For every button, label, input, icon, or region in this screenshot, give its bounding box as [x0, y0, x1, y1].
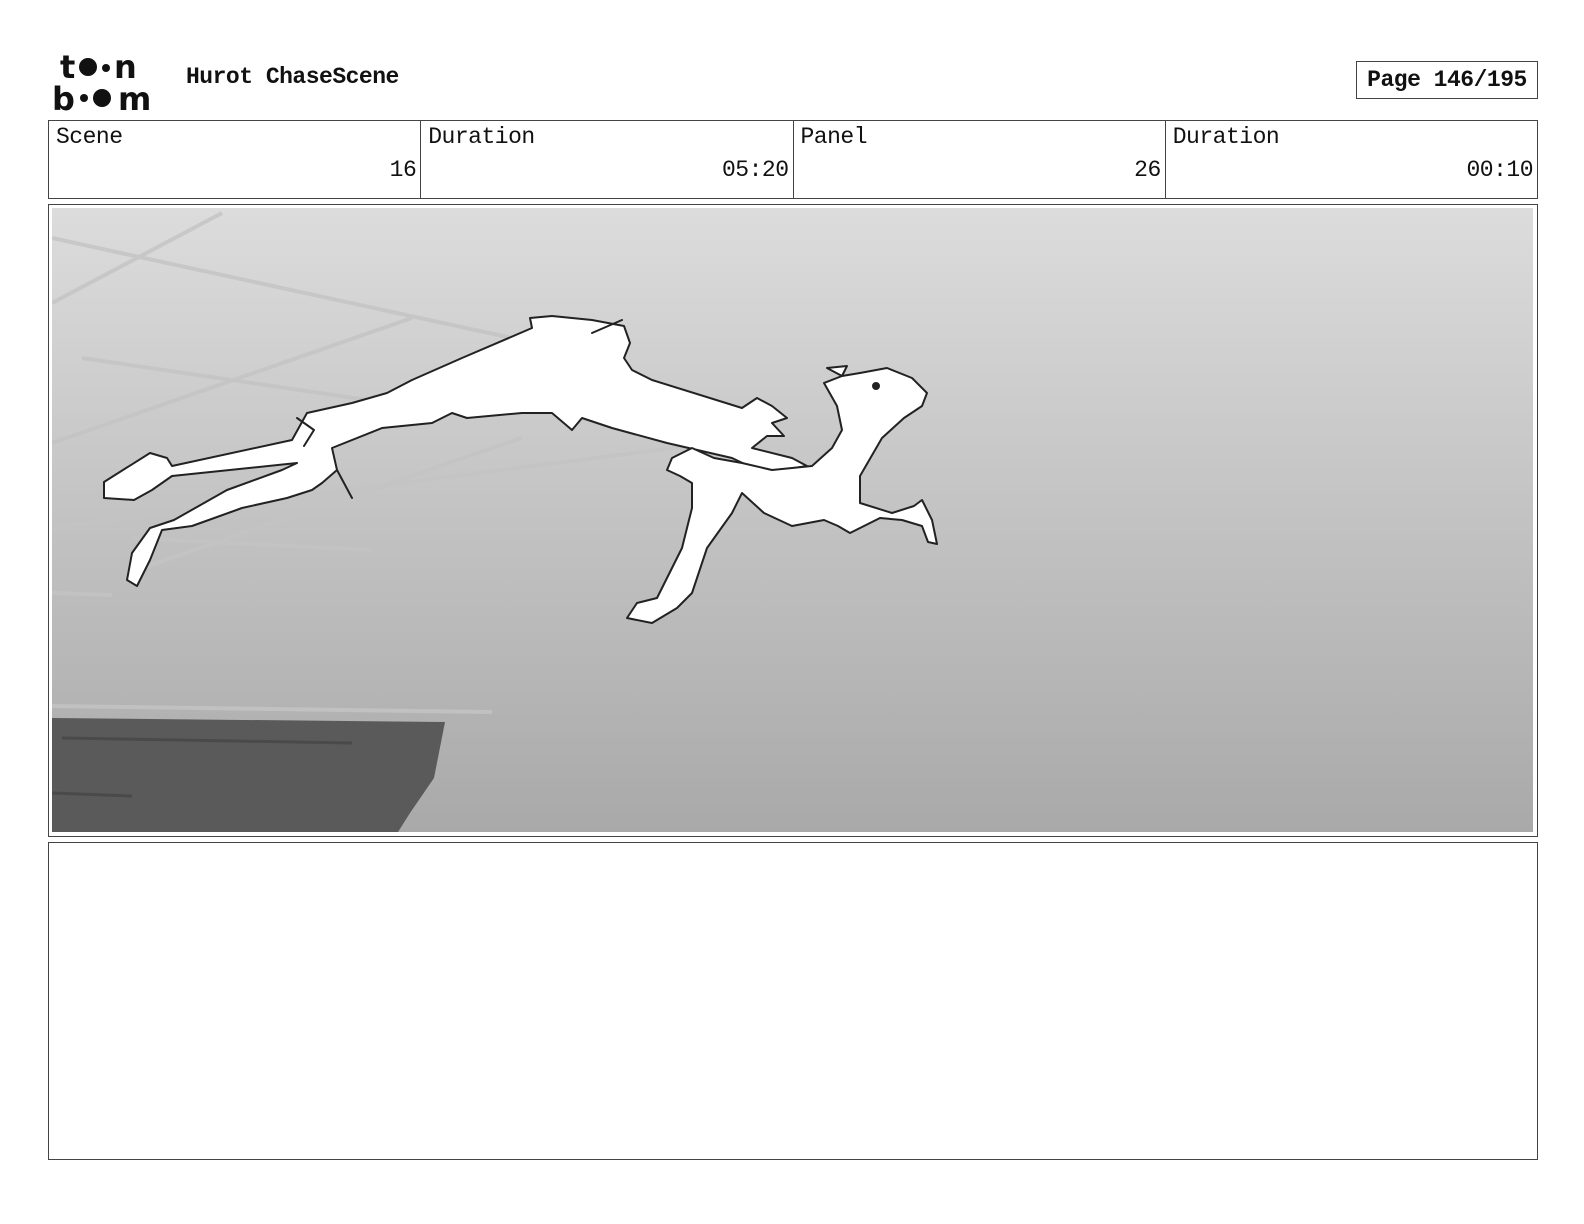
panel-duration-value: 00:10: [1466, 157, 1533, 183]
panel-label: Panel: [800, 124, 868, 150]
panel-drawing: [52, 208, 1533, 832]
scene-value: 16: [389, 157, 417, 183]
svg-text:b: b: [52, 80, 75, 112]
panel-duration-cell: Duration 00:10: [1164, 121, 1537, 198]
cliff-edge-icon: [52, 718, 445, 832]
scene-cell: Scene 16: [49, 121, 420, 198]
scene-duration-label: Duration: [428, 124, 535, 150]
panel-duration-label: Duration: [1172, 124, 1280, 150]
panel-value: 26: [1134, 157, 1161, 183]
storyboard-panel: [48, 204, 1538, 837]
toon-boom-logo: t n b m: [52, 48, 164, 118]
panel-notes-area: [48, 842, 1538, 1160]
document-title: Hurot ChaseScene: [186, 64, 399, 90]
scene-duration-value: 05:20: [721, 157, 789, 183]
scene-label: Scene: [56, 124, 123, 150]
panel-info-row: Scene 16 Duration 05:20 Panel 26 Duratio…: [48, 120, 1538, 199]
page-indicator: Page 146/195: [1356, 61, 1538, 99]
panel-cell: Panel 26: [792, 121, 1165, 198]
svg-text:m: m: [118, 80, 151, 112]
scene-duration-cell: Duration 05:20: [420, 121, 792, 198]
